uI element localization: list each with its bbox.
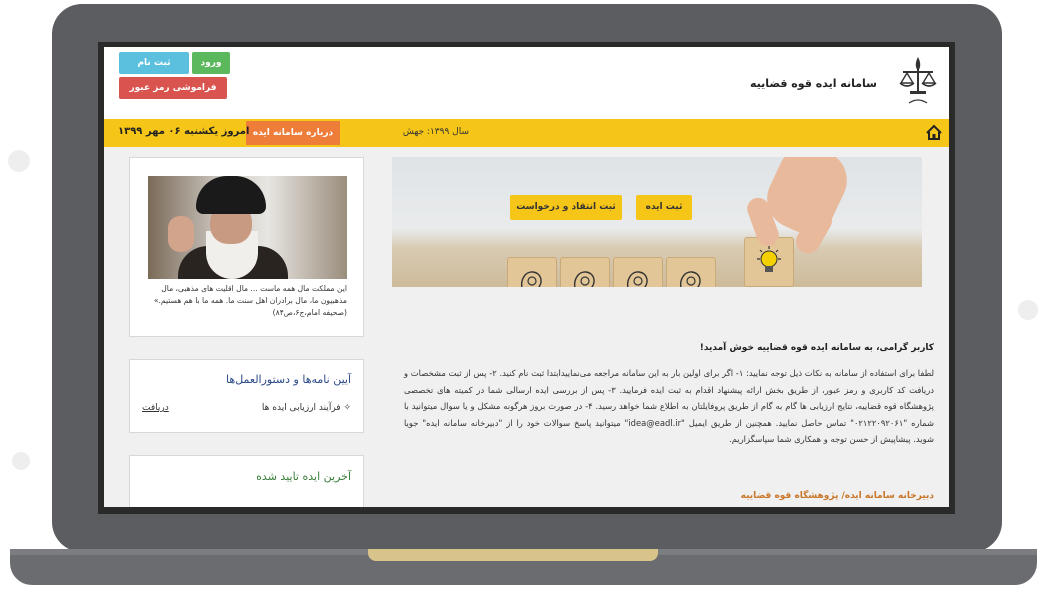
website: سامانه ایده قوه قضاییه ورود ثبت نام فرام… (104, 47, 949, 507)
regulations-item: ✧ فرآیند ارزیابی ایده ها (261, 403, 351, 413)
quote-box: این مملکت مال همه ماست ... مال اقلیت های… (129, 157, 364, 337)
backdrop-dot (12, 452, 30, 470)
brain-gear-icon (521, 271, 542, 287)
regulations-title: آیین نامه‌ها و دستورالعمل‌ها (226, 373, 351, 386)
photo-turban (196, 176, 266, 214)
today-date: امروز یکشنبه ۰۶ مهر ۱۳۹۹ (118, 126, 250, 137)
backdrop-dot (8, 150, 30, 172)
content-area: ثبت ایده ثبت انتقاد و درخواست این مملکت … (104, 147, 949, 507)
laptop-trackpad-notch (368, 549, 658, 561)
instructions-text: لطفا برای استفاده از سامانه به نکات ذیل … (404, 368, 934, 444)
submit-idea-button[interactable]: ثبت ایده (636, 195, 692, 220)
photo-hand (168, 216, 194, 252)
hero-banner: ثبت ایده ثبت انتقاد و درخواست (392, 157, 922, 287)
quote-text: این مملکت مال همه ماست ... مال اقلیت های… (153, 284, 347, 317)
judiciary-emblem-icon[interactable] (895, 53, 941, 111)
welcome-heading: کاربر گرامی، به سامانه ایده قوه قضاییه خ… (699, 343, 934, 353)
home-icon[interactable] (925, 124, 943, 142)
forgot-password-button[interactable]: فراموشی رمز عبور (119, 77, 227, 99)
backdrop-dot (1018, 300, 1038, 320)
lightbulb-icon (757, 246, 781, 272)
regulations-item-label: فرآیند ارزیابی ایده ها (261, 403, 341, 413)
site-title: سامانه ایده قوه قضاییه (750, 77, 877, 90)
approved-ideas-title: آخرین ایده تایید شده (256, 470, 351, 483)
about-system-button[interactable]: درباره سامانه ایده (246, 121, 340, 145)
nav-bar: سال ۱۳۹۹: جهش درباره سامانه ایده امروز ی… (104, 119, 949, 147)
register-button[interactable]: ثبت نام (119, 52, 189, 74)
brain-gear-icon (574, 271, 595, 287)
site-header: سامانه ایده قوه قضاییه ورود ثبت نام فرام… (104, 47, 949, 119)
submit-criticism-button[interactable]: ثبت انتقاد و درخواست (510, 195, 622, 220)
year-slogan: سال ۱۳۹۹: جهش (402, 127, 469, 137)
login-button[interactable]: ورود (192, 52, 230, 74)
approved-ideas-box: آخرین ایده تایید شده (129, 455, 364, 507)
brain-gear-icon (627, 271, 648, 287)
brain-gear-icon (680, 271, 701, 287)
regulations-box: آیین نامه‌ها و دستورالعمل‌ها ✧ فرآیند ار… (129, 359, 364, 433)
download-link[interactable]: دریافت (142, 403, 169, 413)
leader-photo (148, 176, 347, 279)
secretariat-signature: دبیرخانه سامانه ایده/ پژوهشگاه قوه قضایی… (740, 491, 934, 501)
